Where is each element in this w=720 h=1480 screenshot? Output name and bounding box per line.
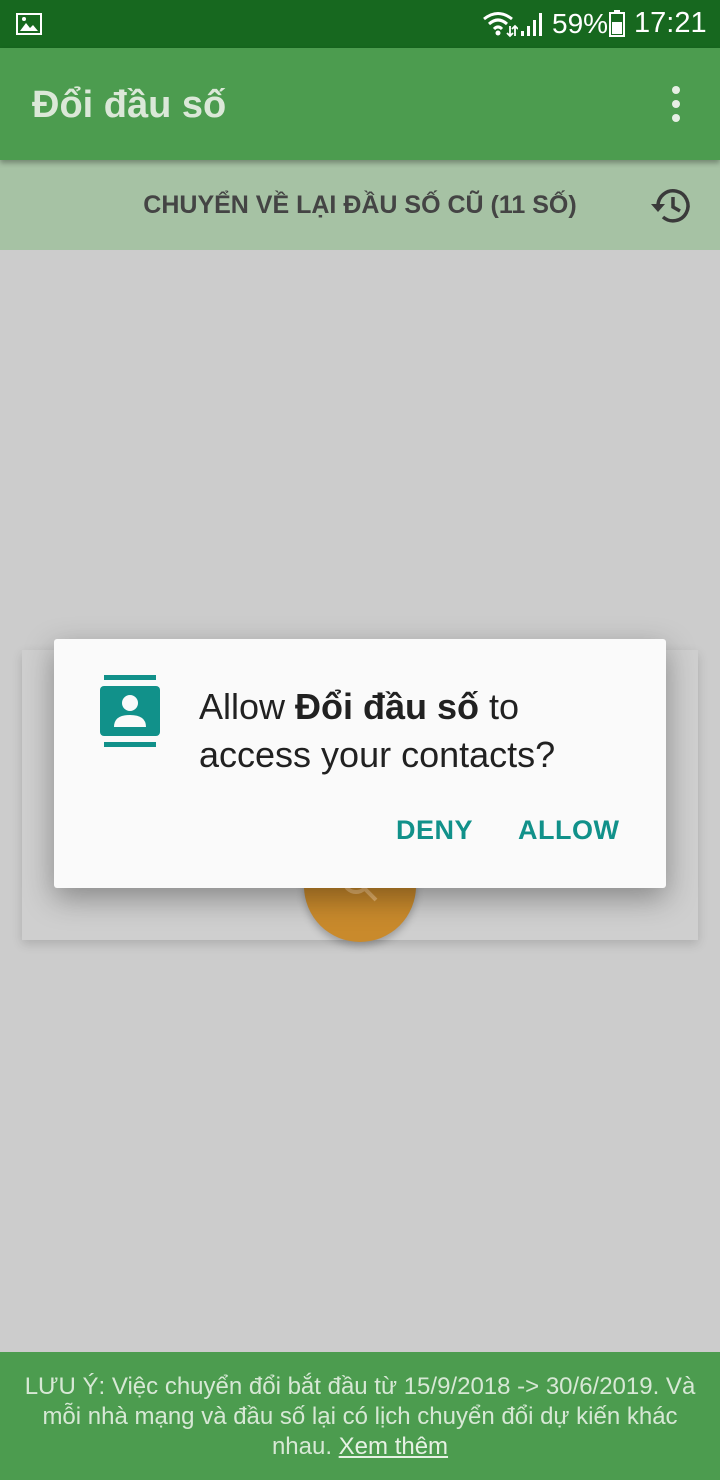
see-more-link[interactable]: Xem thêm bbox=[339, 1433, 448, 1460]
revert-prefix-label: CHUYỂN VỀ LẠI ĐẦU SỐ CŨ (11 SỐ) bbox=[143, 191, 577, 219]
app-bar: Đổi đầu số bbox=[0, 48, 720, 160]
gallery-icon bbox=[16, 13, 42, 35]
wifi-icon bbox=[483, 12, 518, 38]
app-title: Đổi đầu số bbox=[32, 84, 227, 126]
permission-app-name: Đổi đầu số bbox=[295, 686, 480, 727]
status-bar: 59% 17:21 bbox=[0, 0, 720, 48]
history-icon[interactable] bbox=[648, 184, 694, 228]
deny-button[interactable]: DENY bbox=[396, 815, 473, 846]
contacts-icon bbox=[100, 675, 160, 747]
permission-dialog: Allow Đổi đầu số to access your contacts… bbox=[54, 639, 666, 888]
footer-notice: LƯU Ý: Việc chuyển đổi bắt đầu từ 15/9/2… bbox=[0, 1352, 720, 1480]
signal-icon bbox=[521, 13, 542, 36]
more-vert-icon[interactable] bbox=[656, 80, 696, 128]
battery-icon bbox=[609, 10, 625, 37]
allow-button[interactable]: ALLOW bbox=[518, 815, 619, 846]
revert-prefix-bar[interactable]: CHUYỂN VỀ LẠI ĐẦU SỐ CŨ (11 SỐ) bbox=[0, 160, 720, 250]
permission-message: Allow Đổi đầu số to access your contacts… bbox=[199, 686, 556, 775]
battery-percent: 59% bbox=[552, 8, 609, 39]
clock: 17:21 bbox=[634, 7, 707, 39]
